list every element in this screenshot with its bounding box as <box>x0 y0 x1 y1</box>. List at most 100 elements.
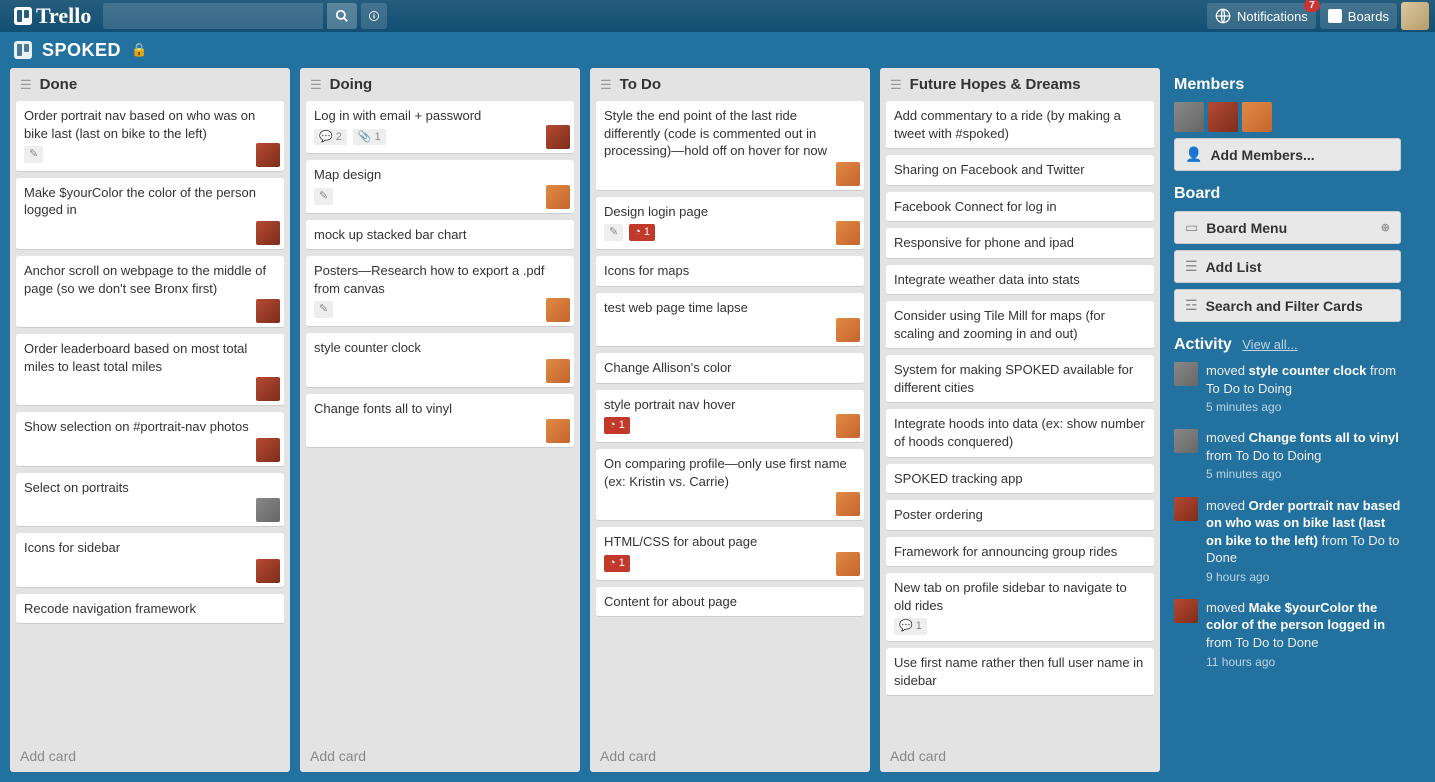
search-input[interactable] <box>103 3 323 29</box>
card[interactable]: Map design✎ <box>306 160 574 213</box>
card[interactable]: mock up stacked bar chart <box>306 220 574 251</box>
member-avatar[interactable] <box>546 359 570 383</box>
member-avatar[interactable] <box>836 162 860 186</box>
list-header[interactable]: ☰To Do <box>590 68 870 101</box>
info-icon <box>369 8 379 24</box>
member-avatar[interactable] <box>546 125 570 149</box>
add-card-button[interactable]: Add card <box>590 740 870 772</box>
card-text: Log in with email + password <box>314 107 566 125</box>
card[interactable]: Icons for sidebar <box>16 533 284 588</box>
member-avatar[interactable] <box>256 559 280 583</box>
card[interactable]: Make $yourColor the color of the person … <box>16 178 284 250</box>
search-button[interactable] <box>327 3 357 29</box>
card[interactable]: Use first name rather then full user nam… <box>886 648 1154 696</box>
card[interactable]: SPOKED tracking app <box>886 464 1154 495</box>
members-row <box>1174 102 1401 132</box>
card-text: Consider using Tile Mill for maps (for s… <box>894 307 1146 342</box>
add-card-button[interactable]: Add card <box>10 740 290 772</box>
card[interactable]: On comparing profile—only use first name… <box>596 449 864 521</box>
user-avatar[interactable] <box>1401 2 1429 30</box>
member-avatar[interactable] <box>546 298 570 322</box>
list-icon: ☰ <box>1185 258 1198 275</box>
card[interactable]: Select on portraits <box>16 473 284 528</box>
card[interactable]: Icons for maps <box>596 256 864 287</box>
member-avatar[interactable] <box>1174 362 1198 386</box>
card[interactable]: style portrait nav hover◔ 1 <box>596 390 864 443</box>
member-avatar[interactable] <box>546 185 570 209</box>
filter-icon: ☲ <box>1185 297 1198 314</box>
member-avatar[interactable] <box>1208 102 1238 132</box>
card[interactable]: Recode navigation framework <box>16 594 284 625</box>
list: ☰Future Hopes & Dreams Add commentary to … <box>880 68 1160 772</box>
member-avatar[interactable] <box>1242 102 1272 132</box>
card[interactable]: Style the end point of the last ride dif… <box>596 101 864 191</box>
card[interactable]: Poster ordering <box>886 500 1154 531</box>
list-header[interactable]: ☰Future Hopes & Dreams <box>880 68 1160 101</box>
card[interactable]: Integrate weather data into stats <box>886 265 1154 296</box>
board-menu-button[interactable]: ▭ Board Menu ⊕ <box>1174 211 1401 244</box>
card[interactable]: Framework for announcing group rides <box>886 537 1154 568</box>
card-badges: ✎◔ 1 <box>604 224 856 241</box>
card[interactable]: Order leaderboard based on most total mi… <box>16 334 284 406</box>
activity-text: moved Make $yourColor the color of the p… <box>1206 599 1401 670</box>
member-avatar[interactable] <box>546 419 570 443</box>
member-avatar[interactable] <box>1174 497 1198 521</box>
boards-button[interactable]: Boards <box>1320 3 1397 29</box>
notifications-button[interactable]: Notifications 7 <box>1207 3 1316 29</box>
card[interactable]: Sharing on Facebook and Twitter <box>886 155 1154 186</box>
card-text: Content for about page <box>604 593 856 611</box>
card[interactable]: test web page time lapse <box>596 293 864 348</box>
member-avatar[interactable] <box>1174 599 1198 623</box>
card[interactable]: Content for about page <box>596 587 864 618</box>
card[interactable]: HTML/CSS for about page◔ 1 <box>596 527 864 580</box>
search-filter-button[interactable]: ☲ Search and Filter Cards <box>1174 289 1401 322</box>
card[interactable]: Integrate hoods into data (ex: show numb… <box>886 409 1154 457</box>
list-header[interactable]: ☰Doing <box>300 68 580 101</box>
member-avatar[interactable] <box>1174 102 1204 132</box>
card[interactable]: Change Allison's color <box>596 353 864 384</box>
card[interactable]: Consider using Tile Mill for maps (for s… <box>886 301 1154 349</box>
add-card-button[interactable]: Add card <box>880 740 1160 772</box>
card[interactable]: Show selection on #portrait-nav photos <box>16 412 284 467</box>
board-name[interactable]: SPOKED <box>42 40 121 61</box>
member-avatar[interactable] <box>836 221 860 245</box>
view-all-link[interactable]: View all... <box>1242 337 1297 352</box>
member-avatar[interactable] <box>256 299 280 323</box>
activity-time: 5 minutes ago <box>1206 466 1401 482</box>
card-text: Add commentary to a ride (by making a tw… <box>894 107 1146 142</box>
card-members <box>836 414 860 438</box>
member-avatar[interactable] <box>256 377 280 401</box>
card-text: mock up stacked bar chart <box>314 226 566 244</box>
list-header[interactable]: ☰Done <box>10 68 290 101</box>
member-avatar[interactable] <box>836 318 860 342</box>
card[interactable]: Design login page✎◔ 1 <box>596 197 864 250</box>
member-avatar[interactable] <box>256 438 280 462</box>
member-avatar[interactable] <box>256 221 280 245</box>
member-avatar[interactable] <box>836 552 860 576</box>
card[interactable]: Log in with email + password💬 2📎 1 <box>306 101 574 154</box>
member-avatar[interactable] <box>1174 429 1198 453</box>
lock-icon[interactable]: 🔒 <box>131 42 147 58</box>
attachments-badge: 📎 1 <box>353 129 386 146</box>
add-members-button[interactable]: 👤 Add Members... <box>1174 138 1401 171</box>
card[interactable]: Facebook Connect for log in <box>886 192 1154 223</box>
card[interactable]: Responsive for phone and ipad <box>886 228 1154 259</box>
card[interactable]: New tab on profile sidebar to navigate t… <box>886 573 1154 642</box>
add-card-button[interactable]: Add card <box>300 740 580 772</box>
card[interactable]: Anchor scroll on webpage to the middle o… <box>16 256 284 328</box>
card[interactable]: Add commentary to a ride (by making a tw… <box>886 101 1154 149</box>
member-avatar[interactable] <box>836 492 860 516</box>
card[interactable]: Posters—Research how to export a .pdf fr… <box>306 256 574 327</box>
add-list-button[interactable]: ☰ Add List <box>1174 250 1401 283</box>
member-avatar[interactable] <box>256 498 280 522</box>
trello-logo[interactable]: Trello <box>6 3 99 29</box>
card[interactable]: System for making SPOKED available for d… <box>886 355 1154 403</box>
activity-item: moved style counter clock from To Do to … <box>1174 362 1401 415</box>
card[interactable]: Order portrait nav based on who was on b… <box>16 101 284 172</box>
card[interactable]: Change fonts all to vinyl <box>306 394 574 449</box>
list: ☰To DoStyle the end point of the last ri… <box>590 68 870 772</box>
card[interactable]: style counter clock <box>306 333 574 388</box>
member-avatar[interactable] <box>256 143 280 167</box>
info-button[interactable] <box>361 3 387 29</box>
member-avatar[interactable] <box>836 414 860 438</box>
